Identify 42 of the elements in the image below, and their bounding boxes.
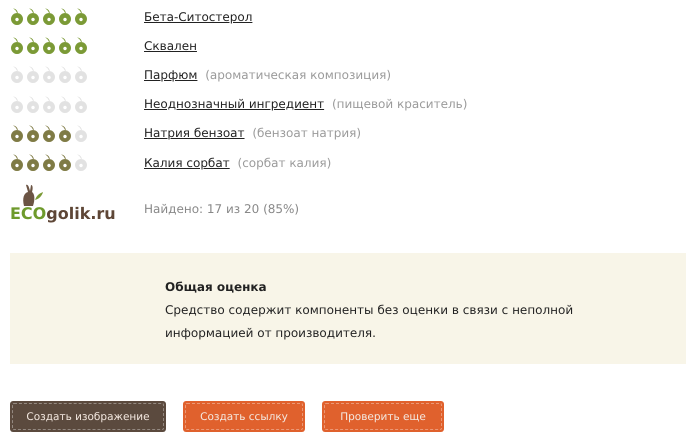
ingredient-note: (бензоат натрия) <box>252 126 362 140</box>
apple-icon <box>42 66 56 84</box>
apple-icon <box>58 154 72 172</box>
apple-icon <box>42 96 56 113</box>
action-button[interactable]: Создать изображение <box>10 401 166 432</box>
apple-icon <box>26 124 40 142</box>
apple-icon <box>58 37 72 54</box>
apple-icon <box>26 37 40 54</box>
summary-title: Общая оценка <box>165 280 268 294</box>
ingredient-note: (сорбат калия) <box>238 156 332 170</box>
apple-icon <box>42 124 56 142</box>
found-count: Найдено: 17 из 20 (85%) <box>144 202 300 216</box>
apple-icon <box>42 154 56 172</box>
apple-icon <box>74 96 88 113</box>
apple-icon <box>74 124 88 142</box>
logo-eco-text: ECO <box>10 204 46 224</box>
apple-icon <box>26 154 40 172</box>
apple-icon <box>58 96 72 113</box>
ingredient-link[interactable]: Калия сорбат <box>144 156 230 170</box>
apple-icon <box>26 66 40 84</box>
ingredient-link[interactable]: Сквален <box>144 38 197 53</box>
logo-domain-text: golik.ru <box>46 204 116 224</box>
summary-text: Средство содержит компоненты без оценки в связи с неполной информацией от производителя. <box>165 302 574 342</box>
apple-icon <box>10 96 24 113</box>
apple-icon <box>74 8 88 26</box>
ingredient-link[interactable]: Парфюм <box>144 68 198 82</box>
apple-icon <box>74 37 88 54</box>
apple-icon <box>26 96 40 113</box>
ingredient-link[interactable]: Неоднозначный ингредиент <box>144 97 324 112</box>
ingredient-link[interactable]: Натрия бензоат <box>144 126 245 140</box>
ingredient-note: (пищевой краситель) <box>332 97 468 112</box>
apple-icon <box>74 154 88 172</box>
ingredient-link[interactable]: Бета-Ситостерол <box>144 10 252 24</box>
apple-icon <box>26 8 40 26</box>
apple-icon <box>58 124 72 142</box>
apple-icon <box>42 8 56 26</box>
apple-icon <box>58 8 72 26</box>
apple-icon <box>74 66 88 84</box>
apple-icon <box>10 66 24 84</box>
apple-icon <box>42 37 56 54</box>
ingredient-note: (ароматическая композиция) <box>205 68 392 82</box>
apple-icon <box>58 66 72 84</box>
